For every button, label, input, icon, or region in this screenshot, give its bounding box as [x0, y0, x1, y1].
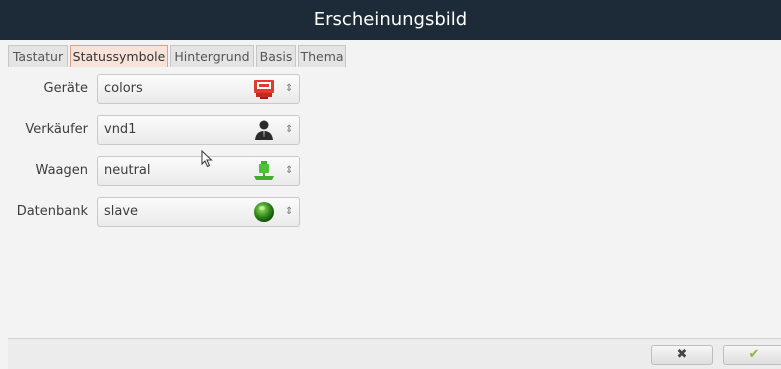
scales-combobox[interactable]: neutral ⇕ — [97, 156, 300, 186]
window-title: Erscheinungsbild — [0, 0, 781, 40]
mouse-cursor-icon — [201, 149, 213, 168]
dialog-footer: ✖ ✔ — [8, 338, 781, 369]
cancel-button[interactable]: ✖ — [651, 345, 713, 365]
device-status-icon — [252, 78, 276, 100]
database-value: slave — [104, 204, 139, 219]
seller-value: vnd1 — [104, 122, 137, 137]
database-label: Datenbank — [16, 204, 88, 219]
ok-button[interactable]: ✔ — [723, 345, 781, 365]
status-symbols-panel: Geräte colors ⇕ Verkäufer vnd1 ⇕ Waagen — [8, 68, 781, 338]
seller-combobox[interactable]: vnd1 ⇕ — [97, 115, 300, 145]
devices-value: colors — [104, 81, 143, 96]
database-combobox[interactable]: slave ⇕ — [97, 197, 300, 227]
chevron-updown-icon: ⇕ — [285, 124, 294, 135]
chevron-updown-icon: ⇕ — [285, 165, 294, 176]
scale-icon — [252, 160, 276, 182]
scales-value: neutral — [104, 163, 151, 178]
devices-combobox[interactable]: colors ⇕ — [97, 74, 300, 104]
database-globe-icon — [252, 201, 276, 223]
chevron-updown-icon: ⇕ — [285, 206, 294, 217]
tab-basis[interactable]: Basis — [256, 45, 296, 67]
tab-tastatur[interactable]: Tastatur — [8, 45, 68, 67]
tab-statussymbole[interactable]: Statussymbole — [70, 45, 168, 67]
tab-thema[interactable]: Thema — [298, 45, 346, 67]
tab-bar: Tastatur Statussymbole Hintergrund Basis… — [8, 44, 781, 69]
devices-label: Geräte — [43, 81, 88, 96]
seller-label: Verkäufer — [25, 122, 88, 137]
tab-hintergrund[interactable]: Hintergrund — [170, 45, 254, 67]
person-icon — [252, 119, 276, 141]
chevron-updown-icon: ⇕ — [285, 83, 294, 94]
scales-label: Waagen — [35, 163, 88, 178]
